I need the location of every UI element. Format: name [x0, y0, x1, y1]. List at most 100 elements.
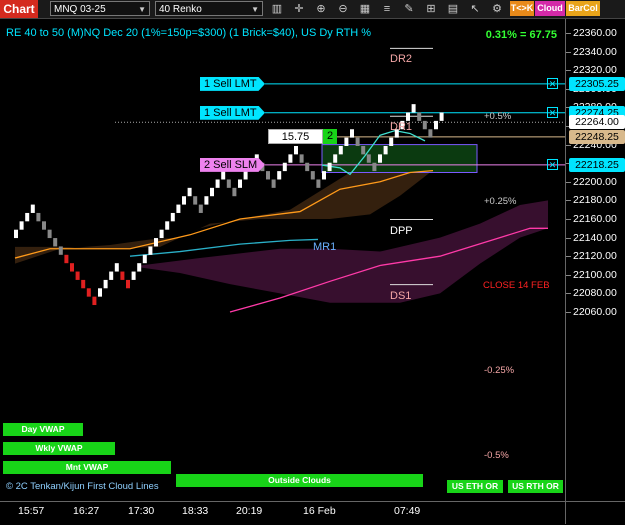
chevron-down-icon: ▼: [138, 5, 146, 14]
cancel-order-icon[interactable]: ✕: [547, 78, 558, 90]
renko-brick: [75, 271, 80, 280]
renko-brick: [378, 154, 382, 163]
renko-brick: [92, 296, 97, 306]
renko-brick: [243, 171, 248, 180]
price-tick-label: 22200.00: [573, 175, 617, 188]
renko-brick: [361, 145, 366, 155]
renko-brick: [58, 246, 63, 255]
renko-brick: [277, 171, 282, 180]
renko-brick: [322, 171, 326, 180]
renko-brick: [338, 145, 343, 155]
cancel-order-icon[interactable]: ✕: [547, 107, 558, 119]
renko-brick: [30, 204, 35, 213]
bartype-select[interactable]: 40 Renko ▼: [155, 1, 263, 16]
template-icon[interactable]: ▤: [446, 2, 460, 16]
time-tick-label: 16:27: [73, 505, 100, 517]
renko-brick: [221, 171, 226, 180]
time-tick-label: 20:19: [236, 505, 263, 517]
renko-brick: [411, 104, 416, 113]
renko-brick: [344, 137, 349, 146]
renko-brick: [406, 112, 410, 121]
price-tick-label: 22360.00: [573, 27, 617, 39]
chart-plot-area[interactable]: [0, 19, 565, 501]
renko-brick: [383, 145, 388, 155]
tk-tag-button[interactable]: T<>K: [510, 1, 534, 16]
level-ds1: DS1: [390, 289, 412, 302]
zoom-in-icon[interactable]: ⊕: [314, 2, 328, 16]
renko-brick: [288, 154, 293, 163]
renko-brick: [159, 229, 164, 239]
renko-brick: [120, 271, 125, 280]
footer-label: © 2C Tenkan/Kijun First Cloud Lines: [6, 481, 159, 492]
time-axis[interactable]: 15:57 16:27 17:30 18:33 20:19 16 Feb 07:49: [0, 501, 565, 525]
sell-limit-order-2[interactable]: 1 Sell LMT: [200, 105, 265, 120]
renko-brick: [131, 271, 136, 280]
renko-brick: [103, 279, 108, 289]
renko-brick: [182, 196, 186, 205]
bars-icon[interactable]: ▥: [270, 2, 284, 16]
chart-tab[interactable]: Chart: [0, 0, 38, 18]
settings-icon[interactable]: ⚙: [490, 2, 504, 16]
renko-brick: [170, 212, 175, 222]
renko-brick: [439, 112, 444, 121]
price-axis[interactable]: 22360.0022340.0022320.0022300.0022280.00…: [565, 19, 625, 501]
grid-icon[interactable]: ⊞: [424, 2, 438, 16]
price-tick-label: 22180.00: [573, 194, 617, 207]
renko-brick: [98, 288, 102, 297]
monthly-vwap-bar: Mnt VWAP: [3, 461, 171, 474]
green-zone-rect: [321, 144, 478, 173]
renko-brick: [165, 221, 170, 230]
price-tick-mark: [566, 219, 571, 220]
renko-brick: [282, 162, 287, 172]
sell-limit-order-1[interactable]: 1 Sell LMT: [200, 76, 265, 91]
time-tick-label: 15:57: [18, 505, 45, 517]
time-tick-label: 07:49: [394, 505, 421, 517]
renko-brick: [86, 288, 91, 297]
us-rth-or-bar: US RTH OR: [508, 480, 563, 493]
price-tick-mark: [566, 200, 571, 202]
toolbar: Chart MNQ 03-25 ▼ 40 Renko ▼ ▥ ✛ ⊕ ⊖ ▦ ≡…: [0, 0, 625, 19]
renko-brick: [19, 221, 24, 230]
minus-025-label: -0.25%: [484, 365, 515, 376]
price-tick-label: 22160.00: [573, 213, 617, 225]
close-label: CLOSE 14 FEB: [483, 280, 550, 291]
renko-brick: [193, 196, 198, 205]
renko-brick: [53, 238, 58, 247]
level-dpp: DPP: [390, 224, 413, 237]
price-marker-o1: 22305.25: [569, 76, 625, 91]
crosshair-icon[interactable]: ✛: [292, 2, 306, 16]
renko-brick: [350, 129, 354, 138]
renko-brick: [198, 204, 203, 213]
renko-brick: [366, 154, 371, 163]
position-pnl[interactable]: 15.75: [268, 129, 323, 145]
price-tick-label: 22060.00: [573, 306, 617, 318]
renko-brick: [210, 187, 214, 197]
level-dr2: DR2: [390, 53, 413, 66]
price-marker-pos: 22248.25: [569, 129, 625, 144]
cancel-order-icon[interactable]: ✕: [547, 159, 558, 171]
barcol-tag-button[interactable]: BarCol: [566, 1, 600, 16]
price-tick-mark: [566, 144, 571, 146]
sell-stop-order[interactable]: 2 Sell SLM: [200, 157, 265, 172]
position-qty[interactable]: 2: [323, 129, 337, 145]
cloud-tag-button[interactable]: Cloud: [535, 1, 565, 16]
cursor-icon[interactable]: ↖: [468, 2, 482, 16]
renko-brick: [428, 129, 433, 138]
renko-brick: [148, 246, 153, 255]
properties-icon[interactable]: ▦: [358, 2, 372, 16]
renko-brick: [294, 145, 298, 155]
strategy-icon[interactable]: ≡: [380, 2, 394, 16]
zoom-out-icon[interactable]: ⊖: [336, 2, 350, 16]
time-tick-label: 16 Feb: [303, 505, 336, 517]
renko-brick: [47, 229, 52, 239]
symbol-select[interactable]: MNQ 03-25 ▼: [50, 1, 150, 16]
renko-brick: [142, 254, 147, 264]
renko-brick: [154, 238, 158, 247]
day-vwap-bar: Day VWAP: [3, 423, 83, 436]
renko-brick: [271, 179, 276, 188]
renko-brick: [299, 154, 304, 163]
drawing-icon[interactable]: ✎: [402, 2, 416, 16]
renko-brick: [176, 204, 181, 213]
percent-label: 0.31% = 67.75: [485, 29, 557, 41]
renko-brick: [434, 120, 438, 130]
